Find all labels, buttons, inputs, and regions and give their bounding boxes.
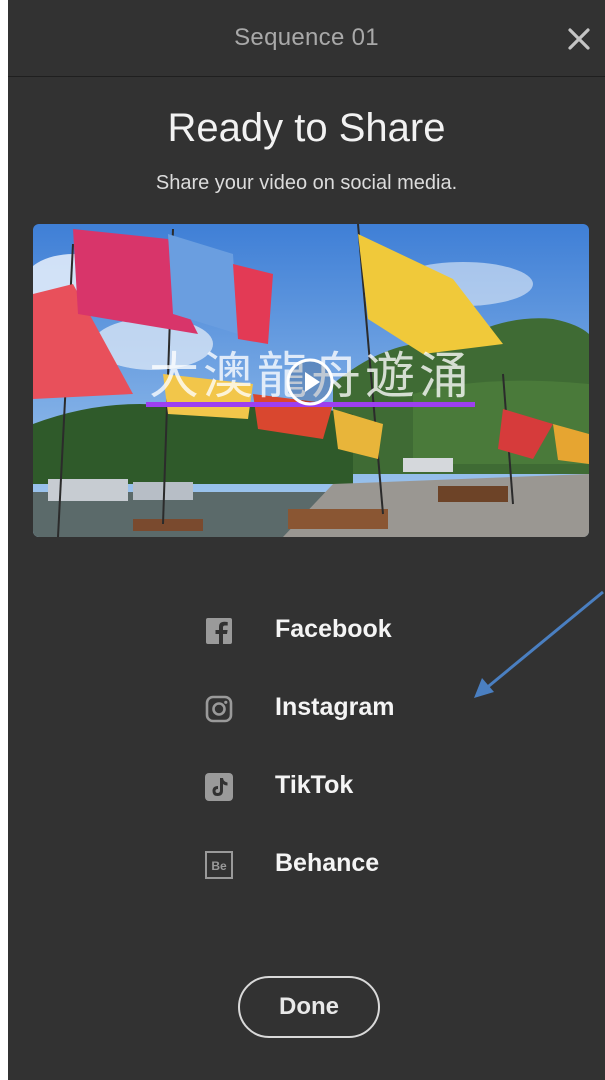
share-facebook[interactable]: Facebook xyxy=(204,602,464,658)
svg-text:Be: Be xyxy=(211,859,227,873)
share-instagram[interactable]: Instagram xyxy=(204,680,464,736)
sequence-title: Sequence 01 xyxy=(234,24,379,51)
share-tiktok-label: TikTok xyxy=(275,771,354,799)
facebook-icon xyxy=(206,618,232,645)
close-icon xyxy=(568,28,590,50)
play-button[interactable] xyxy=(285,357,335,407)
play-icon xyxy=(286,358,334,406)
done-button[interactable]: Done xyxy=(238,976,380,1038)
close-button[interactable] xyxy=(564,24,594,54)
page-title: Ready to Share xyxy=(167,106,446,150)
video-preview[interactable]: 大澳龍舟遊涌 xyxy=(33,224,589,537)
instagram-icon xyxy=(205,695,233,723)
behance-icon: Be xyxy=(205,851,233,879)
share-behance[interactable]: Be Behance xyxy=(204,836,464,892)
share-tiktok[interactable]: TikTok xyxy=(204,758,464,814)
share-facebook-label: Facebook xyxy=(275,615,392,643)
share-panel: Sequence 01 Ready to Share Share your vi… xyxy=(8,0,605,1080)
annotation-arrow xyxy=(474,590,604,698)
share-behance-label: Behance xyxy=(275,849,380,877)
header: Sequence 01 xyxy=(8,0,605,77)
share-instagram-label: Instagram xyxy=(275,693,395,721)
page-subtitle: Share your video on social media. xyxy=(155,172,458,194)
tiktok-icon xyxy=(205,773,233,801)
